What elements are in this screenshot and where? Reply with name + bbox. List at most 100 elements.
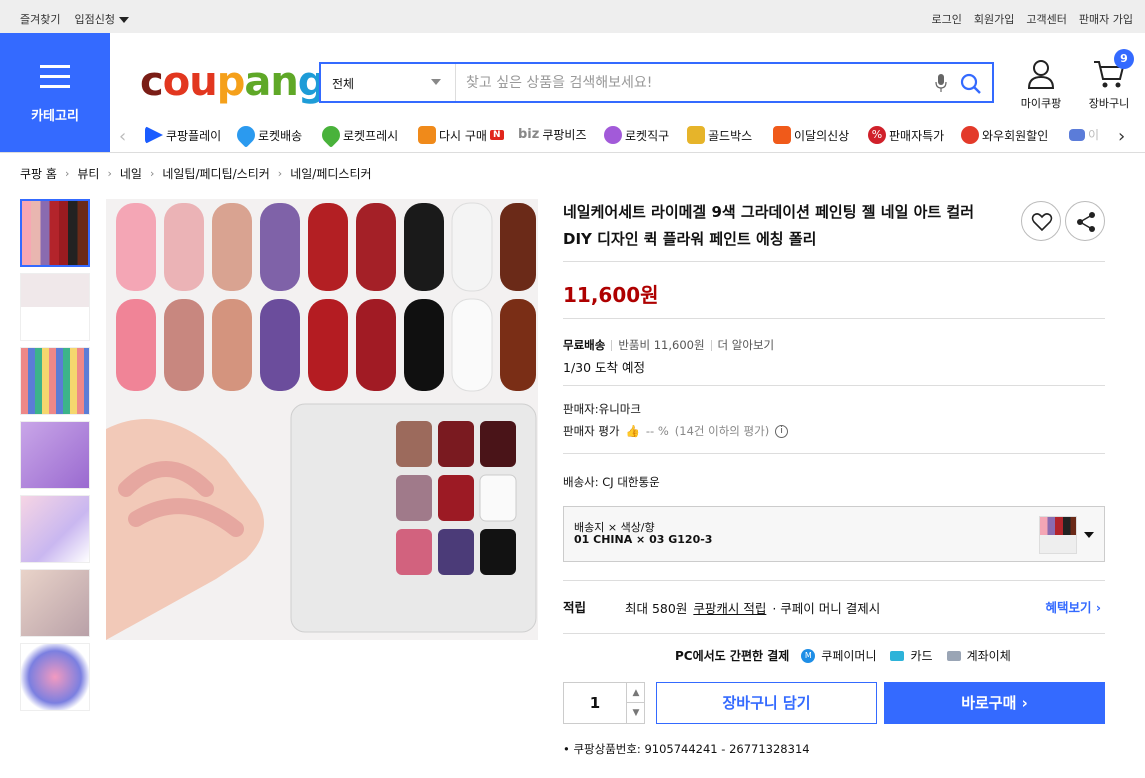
coupay-money-icon: M [801, 648, 816, 663]
heart-icon [1031, 213, 1053, 232]
caret-down-icon [118, 17, 129, 23]
microphone-icon[interactable] [935, 74, 947, 92]
chevron-right-icon: › [64, 167, 70, 180]
nav-rocket-delivery[interactable]: 로켓배송 [233, 122, 302, 148]
wishlist-button[interactable] [1021, 201, 1061, 241]
search-category-value: 전체 [332, 77, 355, 91]
seller-signup-link[interactable]: 판매자 가입 [1079, 11, 1133, 27]
divider [563, 633, 1105, 634]
breadcrumb-home[interactable]: 쿠팡 홈 [20, 165, 57, 182]
nav-new-arrivals[interactable]: 이달의신상 [773, 126, 849, 144]
support-link[interactable]: 고객센터 [1026, 11, 1066, 27]
header: 카테고리 coupang 전체 마이쿠팡 장바구니 9 [0, 33, 1145, 153]
coupang-logo[interactable]: coupang [140, 59, 326, 105]
reward-condition: · 쿠페이 머니 결제시 [772, 601, 881, 616]
payment-coupay-money: 쿠페이머니 [821, 649, 877, 663]
partner-apply-dropdown[interactable]: 입점신청 [74, 11, 129, 27]
product-thumbnail[interactable] [20, 347, 90, 415]
nav-wow-discount[interactable]: 와우회원할인 [961, 126, 1048, 144]
nav-goldbox[interactable]: 골드박스 [687, 126, 752, 144]
search-icon[interactable] [960, 73, 982, 95]
mycoupang-label: 마이쿠팡 [1020, 97, 1062, 110]
breadcrumb-nail-tips[interactable]: 네일팁/페디팁/스티커 [162, 165, 269, 182]
product-thumbnail[interactable] [20, 569, 90, 637]
reward-max: 최대 580원 [625, 601, 688, 616]
breadcrumb: 쿠팡 홈 › 뷰티 › 네일 › 네일팁/페디팁/스티커 › 네일/페디스티커 [20, 165, 372, 182]
option-select[interactable]: 배송지 × 색상/향 01 CHINA × 03 G120-3 [563, 506, 1105, 562]
product-thumbnail[interactable] [20, 421, 90, 489]
quantity-stepper[interactable]: 1 ▲ ▼ [563, 682, 645, 724]
nav-seller-deals[interactable]: % 판매자특가 [868, 126, 944, 144]
coupon-icon [1069, 128, 1085, 141]
share-button[interactable] [1065, 201, 1105, 241]
main-product-image[interactable] [106, 199, 538, 640]
nav-rebuy[interactable]: 다시 구매 N [418, 126, 504, 144]
chevron-left-icon[interactable]: ‹ [119, 126, 126, 147]
free-shipping-label: 무료배송 [563, 338, 606, 352]
seller-rating-note: (14건 이하의 평가) [674, 424, 770, 438]
product-thumbnail[interactable] [20, 643, 90, 711]
goldbox-icon [687, 126, 705, 144]
thumbs-up-icon: 👍 [625, 424, 640, 438]
chevron-down-icon [431, 79, 441, 85]
coupang-cash-link[interactable]: 쿠팡캐시 적립 [693, 598, 766, 617]
nav-coupang-biz[interactable]: biz 쿠팡비즈 [518, 126, 587, 143]
quantity-value[interactable]: 1 [564, 694, 626, 712]
product-id: • 쿠팡상품번호: 9105744241 - 26771328314 [563, 742, 810, 756]
learn-more-link[interactable]: 더 알아보기 [718, 337, 775, 353]
mycoupang-button[interactable]: 마이쿠팡 [1018, 59, 1064, 111]
breadcrumb-nail-stickers[interactable]: 네일/페디스티커 [290, 165, 371, 182]
nav-rocket-global[interactable]: 로켓직구 [604, 126, 669, 144]
chevron-right-icon: › [277, 167, 283, 180]
benefits-link[interactable]: 혜택보기 › [1045, 597, 1101, 616]
login-link[interactable]: 로그인 [932, 11, 962, 27]
payment-methods: PC에서도 간편한 결제 M 쿠페이머니 카드 계좌이체 [675, 647, 1011, 664]
breadcrumb-nail[interactable]: 네일 [120, 165, 142, 182]
search-input[interactable] [466, 72, 926, 94]
search-category-select[interactable]: 전체 [321, 64, 456, 101]
nav-rocket-fresh[interactable]: 로켓프레시 [318, 122, 398, 148]
payment-card: 카드 [910, 649, 933, 663]
quantity-decrease-button[interactable]: ▼ [626, 703, 645, 723]
bank-transfer-icon [946, 650, 961, 661]
signup-link[interactable]: 회원가입 [974, 11, 1014, 27]
price: 11,600원 [563, 283, 659, 307]
add-to-cart-button[interactable]: 장바구니 담기 [656, 682, 877, 724]
seller-name[interactable]: 판매자:유니마크 [563, 401, 641, 417]
category-button[interactable]: 카테고리 [0, 33, 110, 152]
globe-rocket-icon [604, 126, 622, 144]
divider [563, 318, 1105, 319]
nav-coupangplay[interactable]: 쿠팡플레이 [145, 126, 221, 144]
chevron-down-icon [1084, 532, 1094, 538]
card-icon [890, 650, 905, 661]
shipping-info: 무료배송 반품비 11,600원 더 알아보기 [563, 337, 774, 353]
user-icon [1027, 60, 1055, 89]
divider [563, 261, 1105, 262]
info-icon[interactable]: i [775, 424, 789, 438]
buy-now-button[interactable]: 바로구매 › [884, 682, 1105, 724]
bookmark-link[interactable]: 즐겨찾기 [20, 11, 60, 27]
product-thumbnail[interactable] [20, 273, 90, 341]
chevron-right-icon[interactable]: › [1118, 126, 1125, 147]
partner-apply-label: 입점신청 [74, 13, 115, 26]
shopping-bag-icon [773, 126, 791, 144]
top-utility-bar: 즐겨찾기 입점신청 로그인 회원가입 고객센터 판매자 가입 [0, 0, 1145, 33]
divider [563, 453, 1105, 454]
service-nav: ‹ 쿠팡플레이 로켓배송 로켓프레시 다시 구매 N biz 쿠팡비즈 로켓직구 골… [117, 122, 1145, 148]
product-thumbnail[interactable] [20, 199, 90, 267]
rocket-icon [233, 122, 259, 148]
percent-icon: % [868, 126, 886, 144]
seller-rating-value: -- % [645, 424, 669, 438]
arrival-date: 1/30 도착 예정 [563, 360, 646, 375]
chevron-right-icon: › [107, 167, 112, 180]
product-thumbnail[interactable] [20, 495, 90, 563]
nail-set-image [106, 199, 538, 640]
divider [563, 385, 1105, 386]
hamburger-icon [40, 65, 70, 89]
breadcrumb-beauty[interactable]: 뷰티 [77, 165, 99, 182]
cart-label: 장바구니 [1088, 97, 1130, 110]
carrier: 배송사: CJ 대한통운 [563, 475, 660, 489]
quantity-increase-button[interactable]: ▲ [626, 683, 645, 703]
wow-icon [961, 126, 979, 144]
nav-more[interactable]: 이 [1069, 126, 1099, 143]
